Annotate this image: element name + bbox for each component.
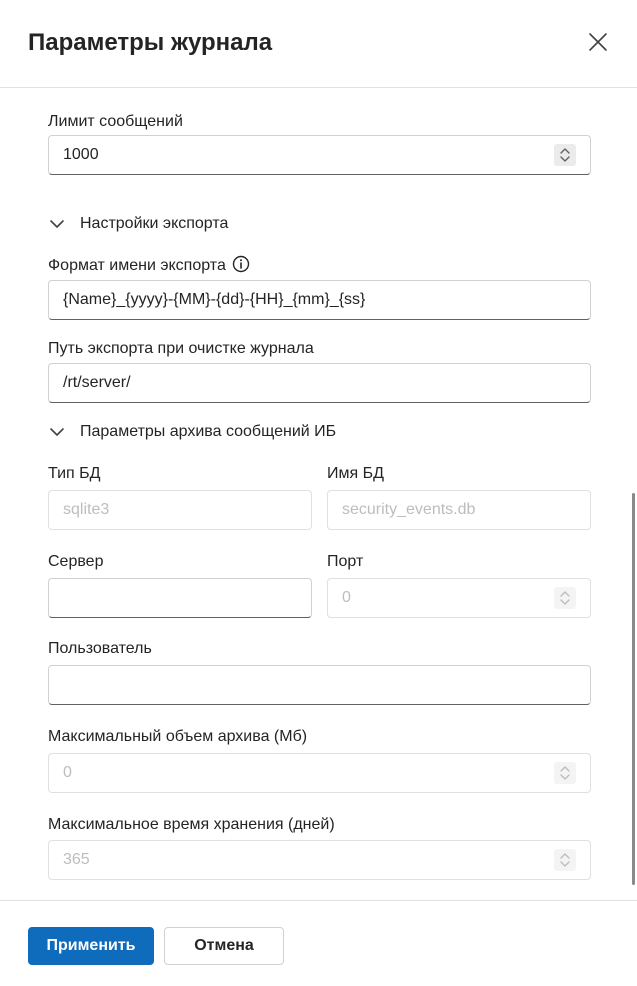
chevron-down-icon [50,428,64,436]
apply-button[interactable]: Применить [28,927,154,965]
close-button[interactable] [586,30,610,54]
db-name-label: Имя БД [327,465,384,482]
chevron-down-icon [50,220,64,228]
section-archive-toggle[interactable]: Параметры архива сообщений ИБ [48,420,336,444]
message-limit-label: Лимит сообщений [48,113,183,130]
export-name-format-value: {Name}_{yyyy}-{MM}-{dd}-{HH}_{mm}_{ss} [63,291,366,308]
export-name-format-input[interactable]: {Name}_{yyyy}-{MM}-{dd}-{HH}_{mm}_{ss} [48,280,591,320]
export-name-format-label: Формат имени экспорта [48,255,250,275]
spin-button-icon[interactable] [554,144,576,166]
close-icon [589,33,607,51]
port-value: 0 [342,589,351,606]
max-retention-label: Максимальное время хранения (дней) [48,816,335,833]
export-name-format-text: Формат имени экспорта [48,257,226,274]
port-input: 0 [327,578,591,618]
spin-button-icon [554,849,576,871]
db-type-value: sqlite3 [63,501,110,518]
server-label: Сервер [48,553,104,570]
export-path-value: /rt/server/ [63,374,131,391]
user-label: Пользователь [48,640,152,657]
message-limit-value: 1000 [63,146,99,163]
message-limit-input[interactable]: 1000 [48,135,591,175]
content-scrollbar[interactable] [632,493,635,885]
db-name-value: security_events.db [342,501,476,518]
spin-button-icon [554,587,576,609]
port-label: Порт [327,553,364,570]
max-archive-size-value: 0 [63,764,72,781]
section-export-toggle[interactable]: Настройки экспорта [48,212,228,236]
export-path-input[interactable]: /rt/server/ [48,363,591,403]
db-name-input: security_events.db [327,490,591,530]
max-archive-size-label: Максимальный объем архива (Мб) [48,728,308,745]
dialog-content[interactable]: Лимит сообщений 1000 Настройки экспорта … [0,88,637,900]
max-archive-size-input: 0 [48,753,591,793]
dialog-header: Параметры журнала [0,0,637,88]
info-icon[interactable] [232,255,250,273]
cancel-button[interactable]: Отмена [164,927,284,965]
section-export-label: Настройки экспорта [80,215,229,232]
dialog-title: Параметры журнала [28,29,273,56]
db-type-label: Тип БД [48,465,101,482]
max-retention-value: 365 [63,851,90,868]
server-input[interactable] [48,578,312,618]
db-type-input: sqlite3 [48,490,312,530]
user-input[interactable] [48,665,591,705]
max-retention-input: 365 [48,840,591,880]
export-path-label: Путь экспорта при очистке журнала [48,340,314,357]
section-archive-label: Параметры архива сообщений ИБ [80,423,337,440]
spin-button-icon [554,762,576,784]
